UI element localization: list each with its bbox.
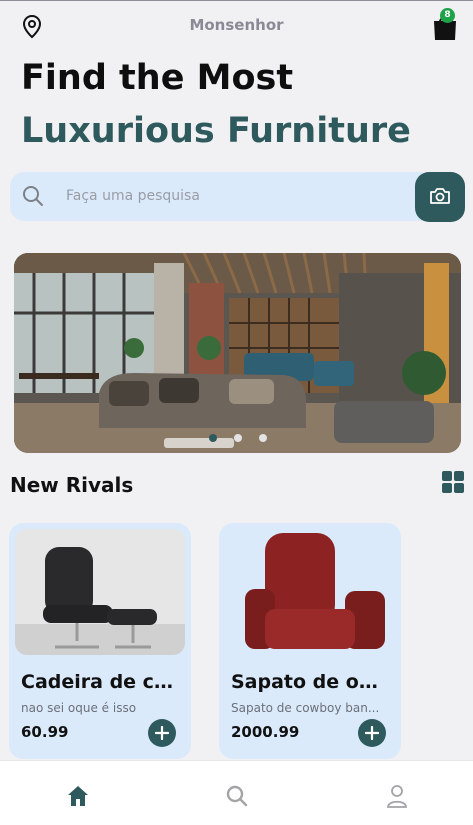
product-image — [225, 529, 395, 655]
cart-count-badge: 8 — [440, 8, 455, 23]
search-input[interactable] — [66, 185, 396, 207]
product-name: Cadeira de co... — [21, 671, 181, 693]
camera-icon — [430, 188, 450, 204]
search-icon — [23, 186, 43, 206]
camera-search-button[interactable] — [415, 172, 465, 222]
plus-icon — [155, 726, 169, 740]
product-name: Sapato de ouro — [231, 671, 391, 693]
recliner-image — [225, 529, 395, 655]
carousel-indicator — [209, 434, 279, 444]
product-description: nao sei oque é isso — [21, 701, 137, 715]
search-icon[interactable] — [224, 783, 250, 809]
home-icon[interactable] — [65, 783, 91, 809]
carousel-dot-active[interactable] — [209, 434, 217, 442]
carousel-dot[interactable] — [234, 434, 242, 442]
profile-icon[interactable] — [384, 783, 410, 809]
hero-title-line1: Find the Most — [21, 58, 294, 98]
promo-banner[interactable] — [14, 253, 461, 453]
plus-icon — [365, 726, 379, 740]
add-to-cart-button[interactable] — [358, 719, 386, 747]
add-to-cart-button[interactable] — [148, 719, 176, 747]
office-chair-image — [15, 529, 185, 655]
product-image — [15, 529, 185, 655]
grid-view-icon[interactable] — [442, 471, 464, 493]
carousel-dot[interactable] — [259, 434, 267, 442]
location-label: Monsenhor — [189, 16, 284, 34]
section-title: New Rivals — [10, 473, 134, 497]
living-room-image — [14, 253, 461, 453]
hero-title-line2: Luxurious Furniture — [21, 111, 411, 151]
product-price: 2000.99 — [231, 723, 300, 741]
product-price: 60.99 — [21, 723, 69, 741]
product-card[interactable]: Sapato de ouro Sapato de cowboy ban... 2… — [219, 523, 401, 759]
product-card[interactable]: Cadeira de co... nao sei oque é isso 60.… — [9, 523, 191, 759]
product-description: Sapato de cowboy ban... — [231, 701, 380, 715]
